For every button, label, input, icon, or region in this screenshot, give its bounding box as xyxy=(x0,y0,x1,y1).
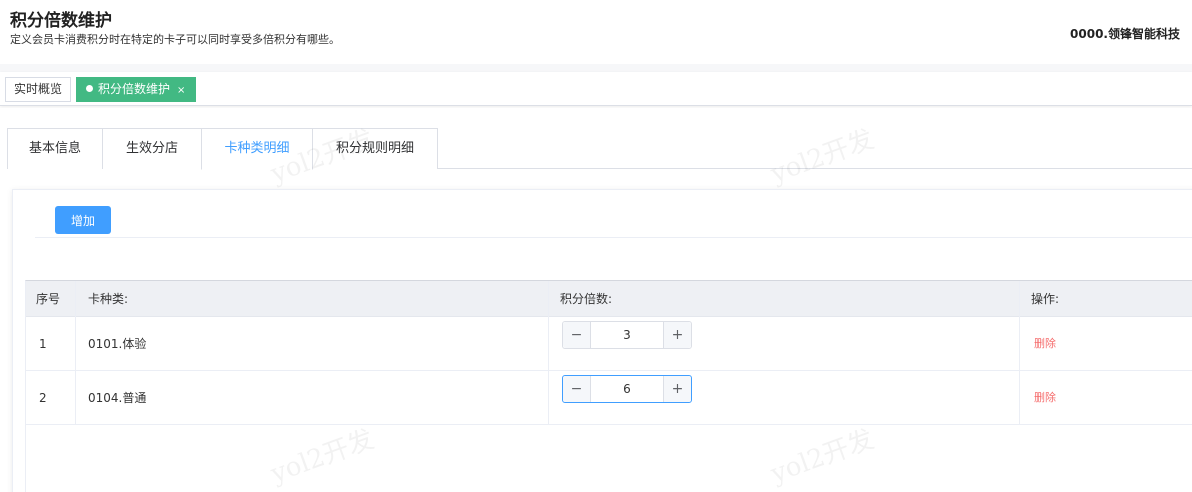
tab-label: 卡种类明细 xyxy=(224,141,290,156)
page-header: 积分倍数维护 定义会员卡消费积分时在特定的卡子可以同时享受多倍积分有哪些。 00… xyxy=(0,0,1192,64)
tab-effective-stores[interactable]: 生效分店 xyxy=(102,128,202,169)
company-name: 0000.领锋智能科技 xyxy=(1070,27,1180,41)
tag-active[interactable]: 积分倍数维护 × xyxy=(76,77,197,102)
column-divider xyxy=(75,281,76,425)
plus-icon[interactable]: + xyxy=(663,322,691,348)
column-header-action: 操作: xyxy=(1031,292,1060,306)
column-header-index: 序号 xyxy=(36,292,61,306)
row-card-type: 0104.普通 xyxy=(88,391,147,405)
minus-icon[interactable]: − xyxy=(563,322,591,348)
tab-label: 生效分店 xyxy=(125,141,178,156)
card-type-panel: 增加 序号 卡种类: 积分倍数: 操作: 1 0101.体验 − 3 + 删除 … xyxy=(12,189,1192,492)
header-divider xyxy=(0,64,1192,72)
row-index: 1 xyxy=(39,337,47,351)
toolbar-divider xyxy=(35,237,1192,238)
row-card-type: 0101.体验 xyxy=(88,337,147,351)
column-divider xyxy=(1019,281,1020,425)
table-row: 1 0101.体验 − 3 + 删除 xyxy=(26,317,1192,371)
add-button[interactable]: 增加 xyxy=(55,206,111,234)
card-type-table: 序号 卡种类: 积分倍数: 操作: 1 0101.体验 − 3 + 删除 2 0… xyxy=(25,280,1192,492)
close-icon[interactable]: × xyxy=(177,85,185,96)
tags-view-bar: 实时概览 积分倍数维护 × xyxy=(0,72,1192,106)
plus-icon[interactable]: + xyxy=(663,376,691,402)
delete-link[interactable]: 删除 xyxy=(1034,371,1056,425)
multiple-input[interactable]: 6 xyxy=(591,376,663,402)
tab-basic-info[interactable]: 基本信息 xyxy=(7,128,103,169)
row-index: 2 xyxy=(39,391,47,405)
column-header-multiple: 积分倍数: xyxy=(560,292,613,306)
tab-label: 基本信息 xyxy=(28,141,81,156)
table-header: 序号 卡种类: 积分倍数: 操作: xyxy=(26,281,1192,317)
tag-home-label: 实时概览 xyxy=(14,82,63,96)
delete-link[interactable]: 删除 xyxy=(1034,317,1056,371)
multiple-input[interactable]: 3 xyxy=(591,322,663,348)
table-row: 2 0104.普通 − 6 + 删除 xyxy=(26,371,1192,425)
tab-card-type-detail[interactable]: 卡种类明细 xyxy=(201,128,313,170)
column-divider xyxy=(548,281,549,425)
tag-home[interactable]: 实时概览 xyxy=(5,77,72,102)
multiple-stepper[interactable]: − 3 + xyxy=(562,321,692,349)
active-dot-icon xyxy=(86,85,93,92)
tag-active-label: 积分倍数维护 xyxy=(98,82,171,96)
column-header-card-type: 卡种类: xyxy=(88,292,129,306)
tab-points-rule-detail[interactable]: 积分规则明细 xyxy=(312,128,438,169)
page-title: 积分倍数维护 xyxy=(10,11,112,31)
tab-label: 积分规则明细 xyxy=(335,141,414,156)
multiple-stepper[interactable]: − 6 + xyxy=(562,375,692,403)
minus-icon[interactable]: − xyxy=(563,376,591,402)
page-description: 定义会员卡消费积分时在特定的卡子可以同时享受多倍积分有哪些。 xyxy=(10,33,340,46)
